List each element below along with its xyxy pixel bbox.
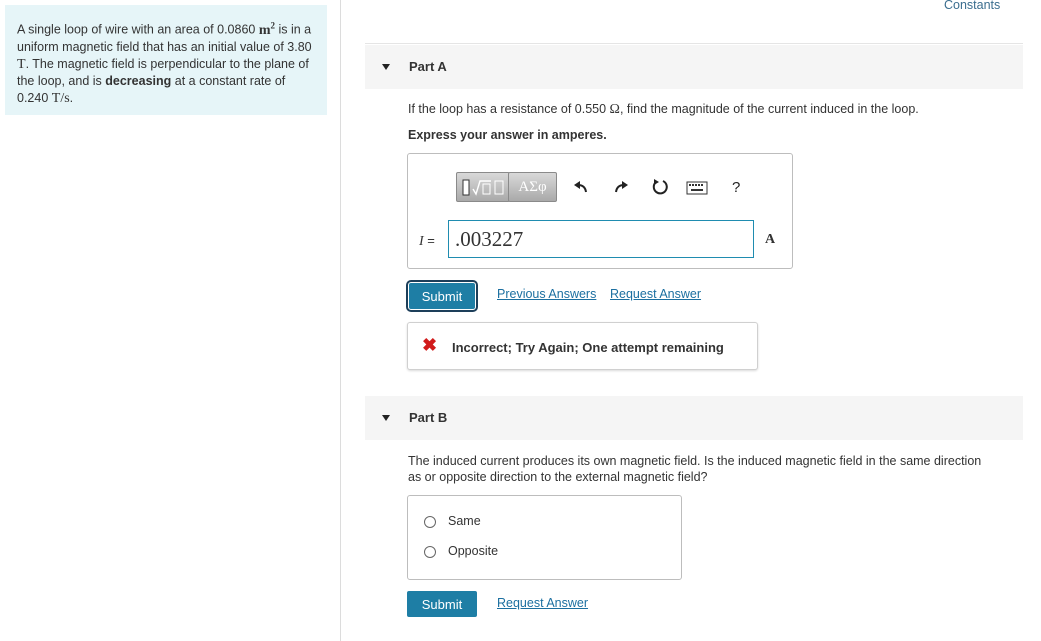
part-b-submit-button[interactable]: Submit <box>407 591 477 617</box>
feedback-box: ✖ Incorrect; Try Again; One attempt rema… <box>407 322 758 370</box>
rate-unit: T/s <box>51 90 70 106</box>
template-icon <box>462 179 504 196</box>
unit-label: A <box>765 232 776 247</box>
greek-symbols-button[interactable]: ΑΣφ <box>508 172 557 202</box>
feedback-message: Incorrect; Try Again; One attempt remain… <box>452 340 724 355</box>
problem-emphasis: decreasing <box>105 74 172 89</box>
answer-box: ΑΣφ ? I = .003227 A <box>407 153 793 269</box>
choice-label-same[interactable]: Same <box>448 514 481 528</box>
collapse-triangle-icon[interactable] <box>382 415 390 421</box>
help-icon[interactable]: ? <box>732 179 740 196</box>
area-unit: m2 <box>258 20 275 38</box>
part-b-header[interactable]: Part B <box>365 396 1023 440</box>
ohm-symbol: Ω <box>609 102 620 117</box>
part-b-question-line2: as or opposite direction to the external… <box>408 470 708 484</box>
answer-input[interactable]: .003227 <box>448 220 754 258</box>
collapse-triangle-icon[interactable] <box>382 64 390 70</box>
keyboard-icon[interactable] <box>686 181 708 195</box>
incorrect-icon: ✖ <box>422 335 438 355</box>
radio-same[interactable] <box>424 516 436 528</box>
column-divider <box>340 0 341 641</box>
part-a-header[interactable]: Part A <box>365 45 1023 89</box>
part-a-submit-button[interactable]: Submit <box>406 280 478 312</box>
part-b-title: Part B <box>409 410 448 425</box>
previous-answers-link[interactable]: Previous Answers <box>497 287 596 301</box>
choices-box: Same Opposite <box>407 495 682 580</box>
undo-icon[interactable] <box>573 179 589 195</box>
reset-icon[interactable] <box>651 178 669 196</box>
redo-icon[interactable] <box>613 179 629 195</box>
radio-opposite[interactable] <box>424 546 436 558</box>
header-divider <box>365 43 1023 44</box>
part-a-instruction: Express your answer in amperes. <box>408 128 607 142</box>
field-unit: T <box>17 56 26 72</box>
part-b-question-line1: The induced current produces its own mag… <box>408 454 982 468</box>
problem-text-1: A single loop of wire with an area of 0.… <box>17 22 259 37</box>
constants-link[interactable]: Constants <box>944 0 1000 12</box>
choice-label-opposite[interactable]: Opposite <box>448 544 498 558</box>
problem-text-5: . <box>69 90 74 105</box>
request-answer-link-b[interactable]: Request Answer <box>497 596 588 610</box>
problem-statement: A single loop of wire with an area of 0.… <box>5 5 327 115</box>
part-a-title: Part A <box>409 59 447 74</box>
part-a-question: If the loop has a resistance of 0.550 Ω,… <box>408 102 919 117</box>
template-button[interactable] <box>456 172 510 202</box>
variable-label: I = <box>419 233 435 249</box>
request-answer-link-a[interactable]: Request Answer <box>610 287 701 301</box>
